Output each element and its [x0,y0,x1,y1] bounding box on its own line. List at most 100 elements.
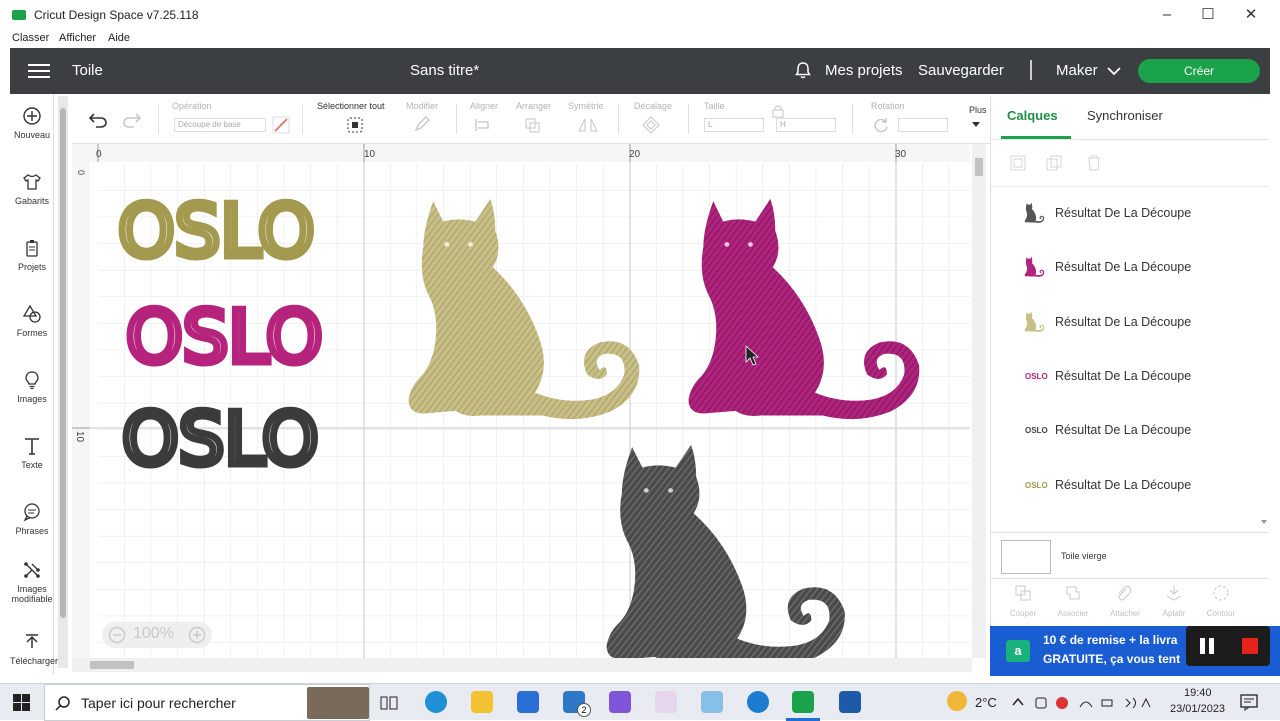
promo-badge: a [1006,640,1030,662]
edge-icon[interactable] [425,691,447,713]
oslo-text-dark[interactable]: OSLO [119,394,323,485]
more-label[interactable]: Plus [969,105,987,115]
sidebar-scrollbar[interactable] [58,96,68,668]
group-icon[interactable] [1009,154,1027,172]
duplicate-icon[interactable] [1045,154,1063,172]
pen-color-icon[interactable] [272,116,290,134]
slice-icon [1015,585,1031,601]
notifications-icon[interactable] [1240,694,1258,711]
system-tray-icons[interactable] [1034,695,1154,711]
slice-button[interactable]: Couper [1003,584,1043,618]
promo-banner[interactable]: a 10 € de remise + la livra GRATUITE, ça… [990,626,1280,676]
app-icon-purple[interactable] [609,691,631,713]
sidebar-item-phrases[interactable]: Phrases [10,502,54,536]
windows-start-icon[interactable] [13,694,30,711]
pause-icon[interactable] [1200,638,1205,654]
layers-panel: Calques Synchroniser Résultat De La Déco… [990,96,1269,676]
file-explorer-icon[interactable] [471,691,493,713]
canvas-grid[interactable]: 0 10 20 30 0 10 OSLO OSLO OSLO [72,144,970,658]
pencil-icon[interactable] [414,116,436,132]
canvas-vertical-scrollbar[interactable] [972,144,986,658]
align-icon[interactable] [474,118,500,132]
chevron-up-icon[interactable] [1012,697,1024,707]
contour-label: Contour [1206,609,1236,618]
tab-synchronize[interactable]: Synchroniser [1087,108,1163,123]
hamburger-menu-icon[interactable] [28,64,50,78]
task-view-icon[interactable] [380,694,398,712]
create-button[interactable]: Créer [1138,59,1260,83]
slice-label: Couper [1009,609,1037,618]
ruler-top-label: 0 [96,149,102,160]
rotation-field[interactable] [898,118,948,132]
sidebar-item-upload[interactable]: Télécharger [10,632,58,666]
chevron-down-icon[interactable] [1107,67,1121,76]
trash-icon[interactable] [1085,154,1103,172]
zoom-control: 100% [102,622,212,648]
tab-layers[interactable]: Calques [1007,108,1058,123]
offset-icon[interactable] [642,116,668,134]
close-button[interactable]: ✕ [1236,4,1266,26]
attach-button[interactable]: Attacher [1105,584,1145,618]
zoom-in-icon[interactable] [188,626,206,644]
modify-label: Modifier [406,101,439,111]
app-icon-edit[interactable] [701,691,723,713]
layer-item[interactable]: Résultat De La Découpe [1019,200,1259,228]
maximize-button[interactable]: ☐ [1193,4,1223,26]
layer-item[interactable]: OSLO Résultat De La Découpe [1019,363,1259,391]
blank-canvas-swatch[interactable] [1001,540,1051,574]
weld-button[interactable]: Associer [1053,584,1093,618]
menu-aide[interactable]: Aide [108,32,130,44]
sidebar-item-templates[interactable]: Gabarits [10,172,54,206]
my-projects-link[interactable]: Mes projets [825,62,903,79]
height-field[interactable]: H [776,118,836,132]
select-all-icon[interactable] [346,116,364,134]
layers-scrollbar[interactable] [1259,188,1269,528]
operation-select[interactable]: Découpe de base [174,118,266,132]
menu-afficher[interactable]: Afficher [59,32,96,44]
caret-down-icon[interactable] [971,121,981,128]
layer-item[interactable]: OSLO Résultat De La Découpe [1019,417,1259,445]
project-title[interactable]: Sans titre* [410,62,479,79]
app-icon-paint[interactable] [655,691,677,713]
save-button[interactable]: Sauvegarder [918,62,1004,79]
sidebar-item-label: Projets [17,262,46,272]
store-icon[interactable] [517,691,539,713]
sidebar-item-text[interactable]: Texte [10,436,54,470]
app-icon-browser[interactable] [747,691,769,713]
taskbar-search[interactable]: Taper ici pour rechercher [44,684,370,721]
sidebar-item-projects[interactable]: Projets [10,238,54,272]
undo-icon[interactable] [88,112,108,128]
cricut-taskbar-icon[interactable] [792,691,814,713]
sidebar-item-editable-images[interactable]: Images modifiable [10,560,54,604]
contour-button[interactable]: Contour [1201,584,1241,618]
sidebar-item-new[interactable]: Nouveau [10,106,54,140]
photos-icon[interactable] [839,691,861,713]
zoom-out-icon[interactable] [108,626,126,644]
layer-item[interactable]: OSLO Résultat De La Découpe [1019,472,1259,500]
left-sidebar: Nouveau Gabarits Projets Formes Images T… [10,94,58,674]
width-field[interactable]: L [704,118,764,132]
ruler-top-label: 20 [629,149,641,160]
promo-line-1: 10 € de remise + la livra [1043,633,1178,647]
rotate-icon[interactable] [872,117,890,135]
layer-item[interactable]: Résultat De La Découpe [1019,254,1259,282]
sidebar-item-shapes[interactable]: Formes [10,304,54,338]
flatten-button[interactable]: Aplatir [1154,584,1194,618]
stop-icon[interactable] [1242,638,1258,654]
machine-select[interactable]: Maker [1056,62,1098,79]
layer-item[interactable]: Résultat De La Découpe [1019,309,1259,337]
sidebar-item-images[interactable]: Images [10,370,54,404]
redo-icon[interactable] [122,112,142,128]
weather-icon[interactable] [947,691,967,711]
design-canvas[interactable]: 0 10 20 30 0 10 OSLO OSLO OSLO [72,144,970,658]
canvas-horizontal-scrollbar[interactable] [72,658,972,672]
lock-icon[interactable] [772,104,784,118]
flip-icon[interactable] [576,117,602,133]
oslo-text-pink[interactable]: OSLO [123,292,327,383]
oslo-text-gold[interactable]: OSLO [115,186,319,277]
bell-icon[interactable] [794,61,812,79]
ruler-top-label: 30 [895,149,907,160]
minimize-button[interactable]: – [1152,4,1182,26]
menu-classer[interactable]: Classer [12,32,49,44]
arrange-icon[interactable] [524,117,550,133]
